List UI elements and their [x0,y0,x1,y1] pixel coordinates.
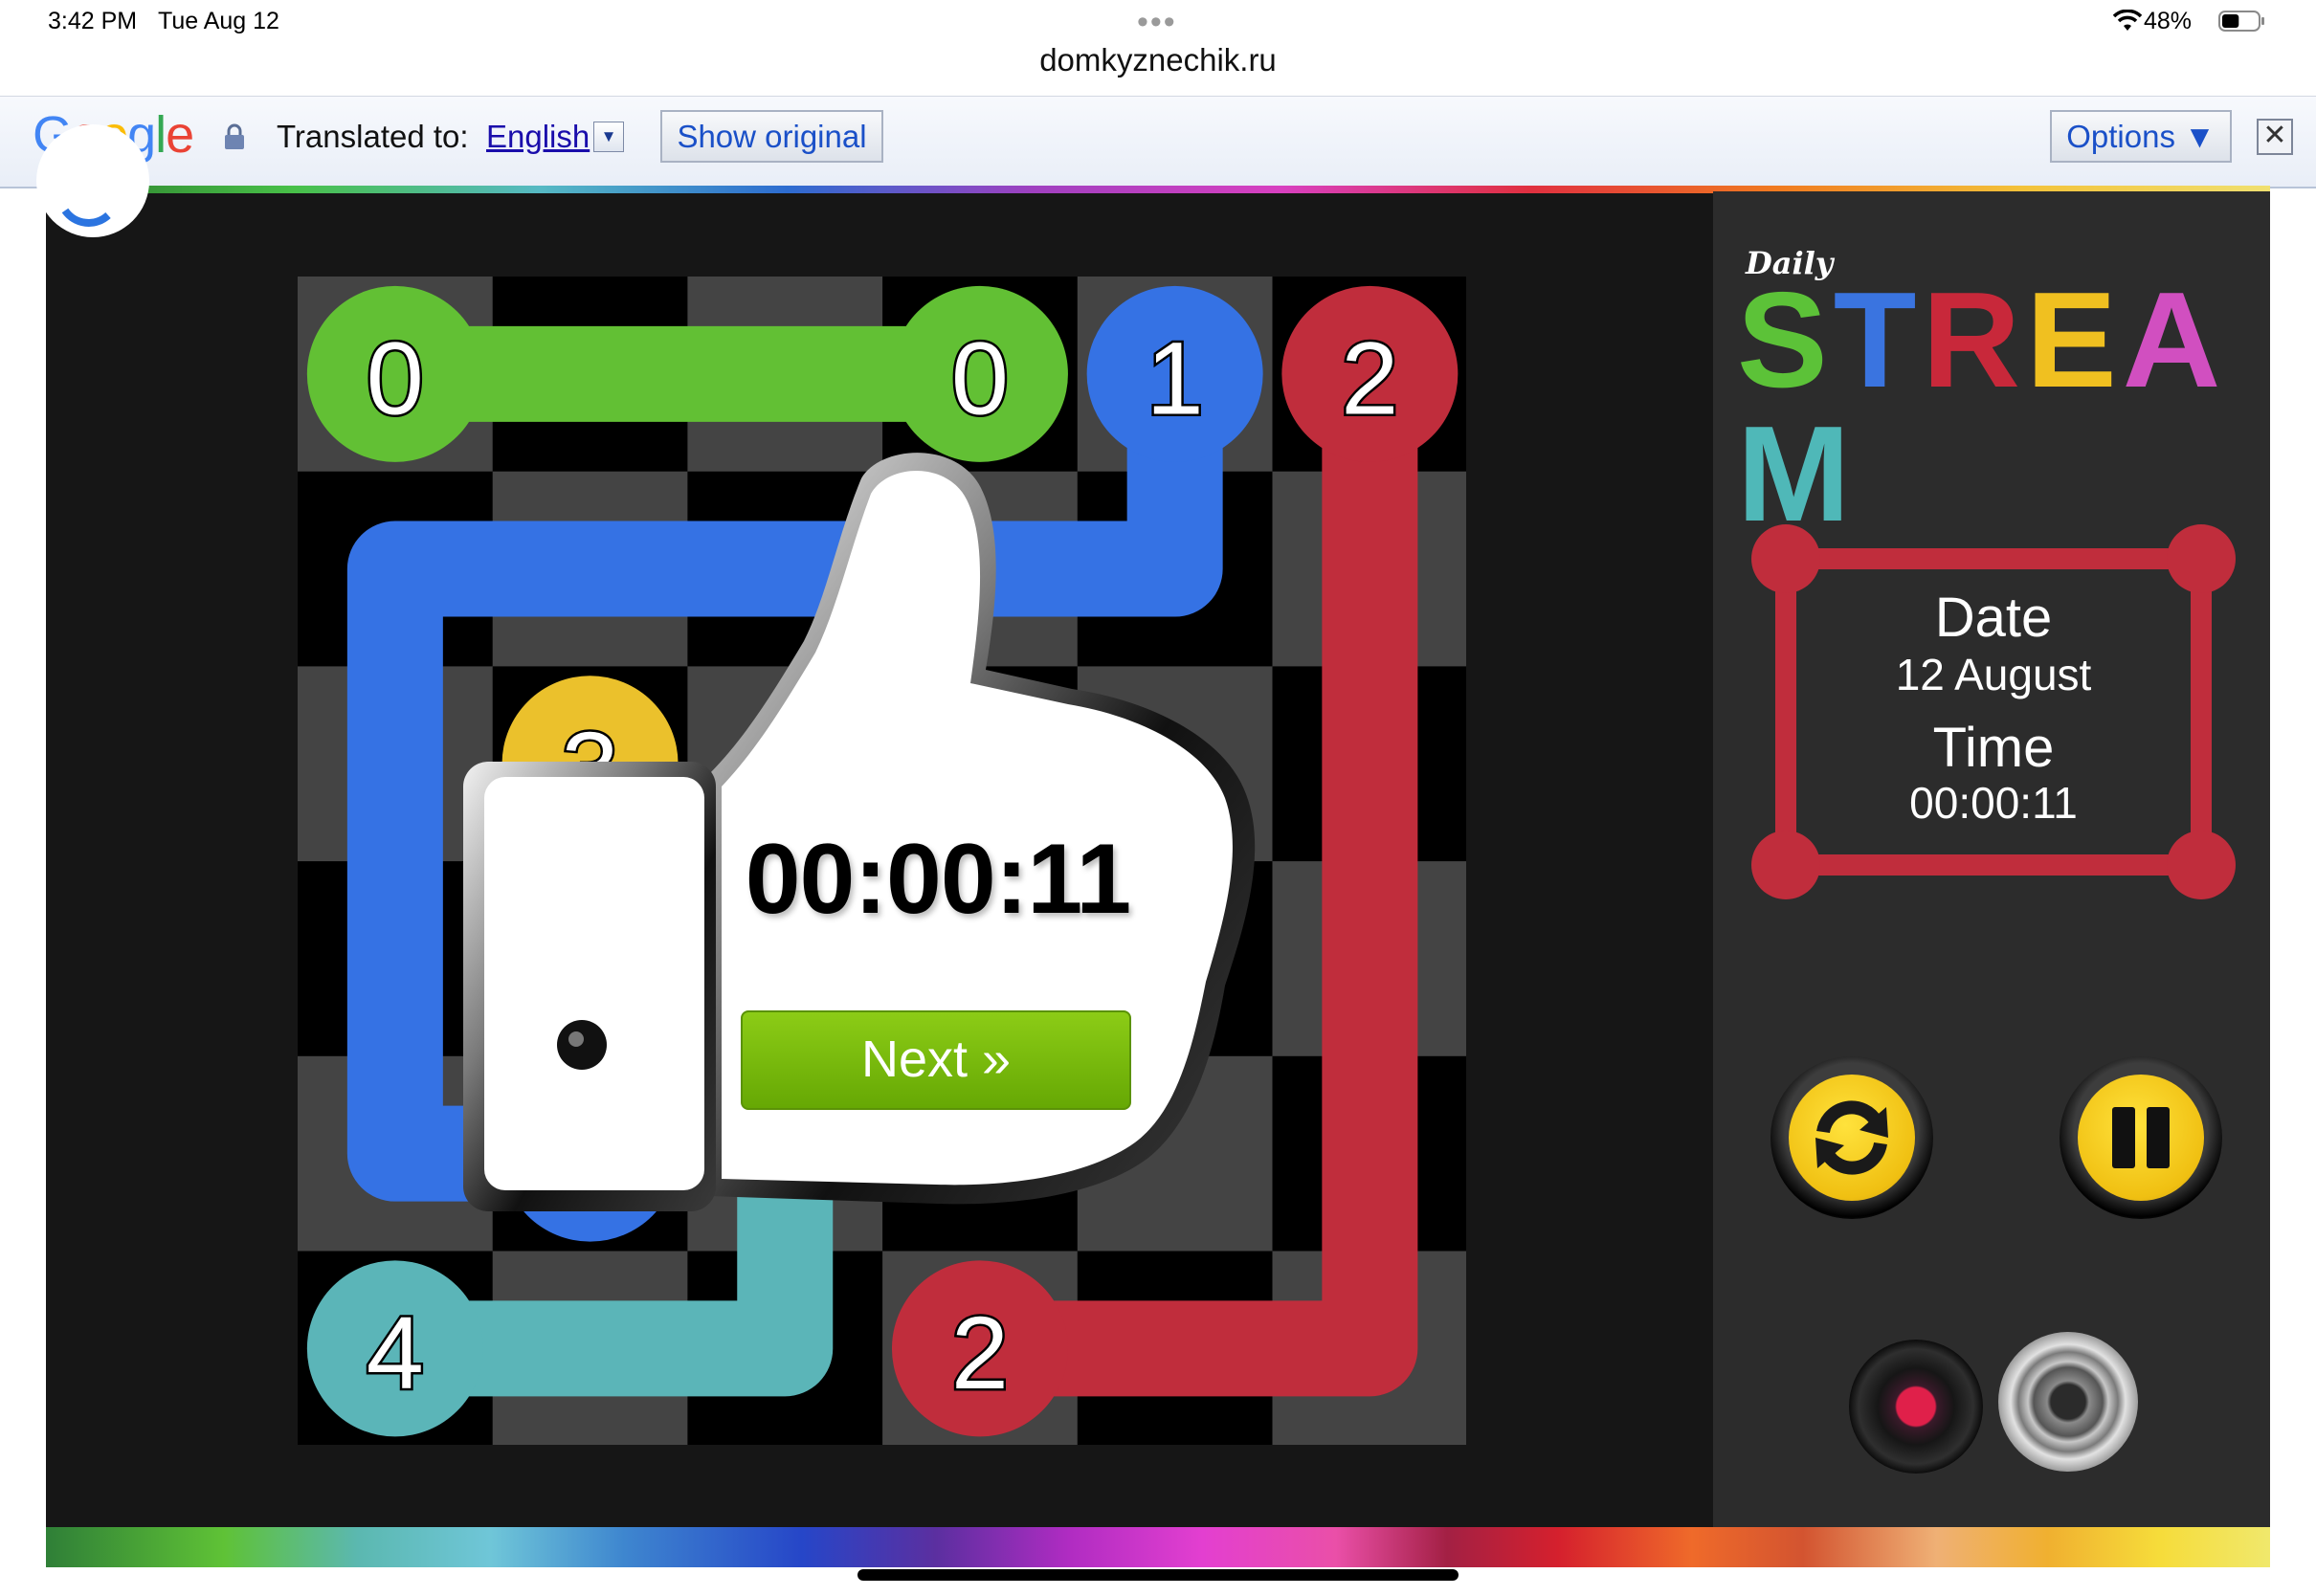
logo-letter: T [1833,264,1923,416]
speaker-icon[interactable] [1998,1332,2138,1472]
info-frame [1751,524,2236,899]
record-icon[interactable] [1849,1340,1983,1474]
lock-icon [225,123,244,149]
logo-stream: STREA M [1737,264,2316,550]
battery-percent: 48% [2144,8,2193,34]
endpoint-label: 1 [1147,320,1204,435]
time-label: Time [1932,717,2055,779]
pause-button[interactable] [2060,1056,2222,1219]
battery-icon [2218,11,2264,32]
reload-icon [61,208,111,227]
language-link[interactable]: English [486,119,590,155]
google-logo-letter: l [155,106,167,164]
close-translate-button[interactable]: ✕ [2257,119,2293,155]
popup-time: 00:00:11 [745,824,1132,935]
endpoint-label: 0 [951,320,1009,435]
pause-icon [2112,1107,2170,1168]
date-label: Date [1934,587,2053,649]
endpoint-label: 2 [951,1295,1009,1410]
logo-letter: R [1922,264,2027,416]
date-value: 12 August [1895,650,2092,699]
options-button[interactable]: Options ▼ [2050,110,2232,163]
multitasking-dots[interactable]: ••• [1137,4,1177,41]
status-time: 3:42 PM [48,8,138,34]
endpoint-label: 2 [1341,320,1398,435]
logo-letter: S [1737,264,1834,416]
rainbow-border-bottom [46,1527,2270,1567]
url-address[interactable]: domkyznechik.ru [0,42,2316,78]
logo-letter: M [1737,398,1857,550]
logo-letter: E [2026,264,2123,416]
logo-letter: A [2122,264,2227,416]
status-date: Tue Aug 12 [158,8,279,34]
endpoint-label: 4 [367,1295,424,1410]
show-original-button[interactable]: Show original [660,110,883,163]
refresh-icon [1815,1100,1888,1175]
endpoint-label: 0 [367,320,424,435]
language-dropdown-icon[interactable]: ▼ [593,122,624,152]
wifi-icon [2113,10,2142,31]
google-logo-letter: e [166,106,194,164]
translated-to-label: Translated to: [277,119,469,154]
time-value: 00:00:11 [1909,778,2078,828]
next-button[interactable]: Next » [741,1010,1131,1110]
restart-button[interactable] [1770,1056,1933,1219]
page-reload-button[interactable] [36,124,149,237]
home-indicator [857,1569,1459,1581]
